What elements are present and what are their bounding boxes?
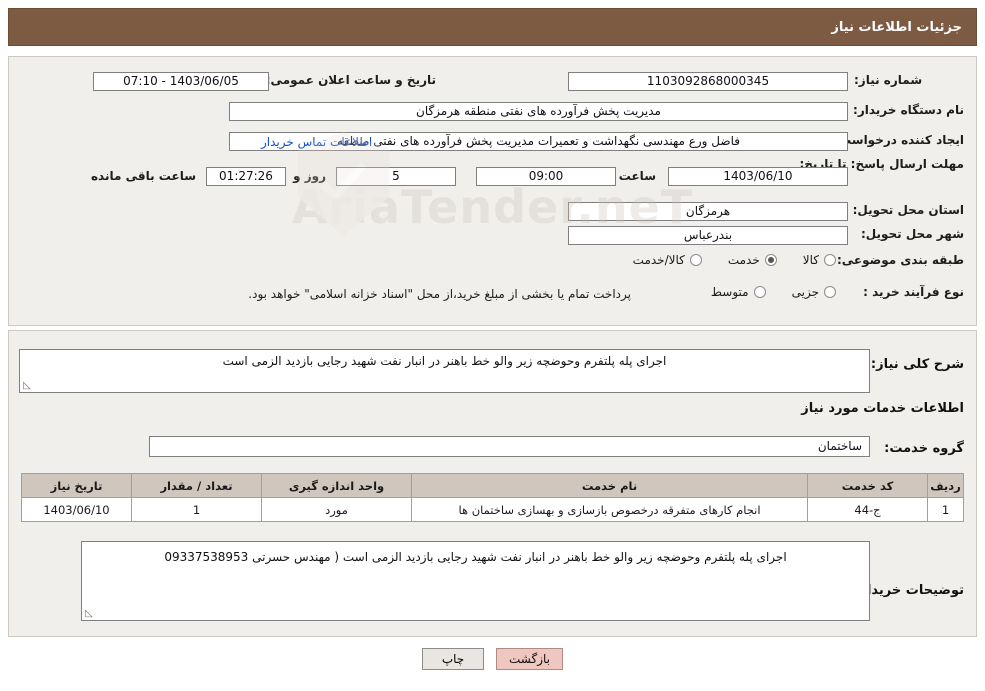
th-date: تاریخ نیاز (21, 473, 132, 498)
need-info-panel: شماره نیاز: 1103092868000345 تاریخ و ساع… (8, 56, 977, 326)
general-desc-value: اجرای پله پلتفرم وحوضچه زیر والو خط باهن… (19, 349, 870, 393)
need-number-label: شماره نیاز: (854, 73, 923, 87)
category-option-label: کالا (802, 253, 819, 267)
back-button[interactable]: بازگشت (496, 648, 563, 670)
footer-actions: بازگشت چاپ (0, 648, 985, 670)
remaining-label: ساعت باقی مانده (90, 169, 196, 183)
city-label: شهر محل تحویل: (860, 227, 964, 241)
radio-icon[interactable] (824, 254, 836, 266)
category-option-kala-khedmat[interactable]: کالا/خدمت (633, 253, 702, 267)
announce-date-value: 1403/06/05 - 07:10 (93, 72, 269, 91)
services-info-title: اطلاعات خدمات مورد نیاز (801, 401, 964, 416)
need-number-row: شماره نیاز: (854, 73, 964, 87)
cell-qty: 1 (131, 497, 262, 522)
radio-icon[interactable] (689, 254, 702, 266)
purchase-type-row: نوع فرآیند خرید : (863, 285, 964, 299)
purchase-option-label: جزیی (791, 285, 819, 299)
city-row: شهر محل تحویل: (861, 227, 964, 241)
general-desc-text: اجرای پله پلتفرم وحوضچه زیر والو خط باهن… (222, 354, 667, 368)
buyer-org-row: نام دستگاه خریدار: (853, 103, 964, 117)
category-option-label: خدمت (727, 253, 760, 267)
purchase-option-motevaset[interactable]: متوسط (711, 285, 766, 299)
cell-date: 1403/06/10 (21, 497, 132, 522)
deadline-label-block: مهلت ارسال پاسخ: تا تاریخ: (799, 157, 964, 172)
category-row: طبقه بندی موضوعی: (837, 253, 964, 267)
radio-icon[interactable] (753, 286, 766, 298)
deadline-date-value: 1403/06/10 (668, 167, 848, 186)
category-option-label: کالا/خدمت (632, 253, 685, 267)
th-row: ردیف (927, 473, 964, 498)
cell-name: انجام کارهای متفرقه درخصوص بازسازی و بهس… (411, 497, 808, 522)
buyer-org-value: مدیریت پخش فرآورده های نفتی منطقه هرمزگا… (229, 102, 848, 121)
requester-label: ایجاد کننده درخواست: (834, 133, 964, 147)
buyer-notes-label: توضیحات خریدار: (854, 583, 964, 598)
th-name: نام خدمت (411, 473, 808, 498)
th-unit: واحد اندازه گیری (261, 473, 412, 498)
days-value: 5 (336, 167, 456, 186)
table-row: 1 ج-44 انجام کارهای متفرقه درخصوص بازساز… (21, 497, 964, 522)
th-qty: تعداد / مقدار (131, 473, 262, 498)
general-desc-label: شرح کلی نیاز: (870, 357, 964, 372)
category-label: طبقه بندی موضوعی: (836, 253, 964, 267)
buyer-notes-value: اجرای پله پلتفرم وحوضچه زیر والو خط باهن… (81, 541, 870, 621)
deadline-time-value: 09:00 (476, 167, 616, 186)
category-radio-group[interactable]: کالا خدمت کالا/خدمت (633, 253, 836, 267)
resize-handle-icon[interactable]: ◺ (84, 609, 94, 619)
cell-unit: مورد (261, 497, 412, 522)
service-group-label: گروه خدمت: (884, 441, 964, 456)
buyer-notes-text: اجرای پله پلتفرم وحوضچه زیر والو خط باهن… (164, 550, 787, 564)
purchase-option-label: متوسط (710, 285, 749, 299)
need-details-panel: شرح کلی نیاز: اجرای پله پلتفرم وحوضچه زی… (8, 330, 977, 637)
radio-icon[interactable] (824, 286, 836, 298)
table-header-row: ردیف کد خدمت نام خدمت واحد اندازه گیری ت… (21, 473, 964, 498)
purchase-type-radio-group[interactable]: جزیی متوسط (711, 285, 836, 299)
page-header: جزئیات اطلاعات نیاز (8, 8, 977, 46)
th-code: کد خدمت (807, 473, 928, 498)
province-value: هرمزگان (568, 202, 848, 221)
category-option-kala[interactable]: کالا (803, 253, 836, 267)
page-title: جزئیات اطلاعات نیاز (831, 19, 962, 35)
buyer-contact-link[interactable]: اطلاعات تماس خریدار (261, 135, 372, 149)
hour-label: ساعت (618, 169, 656, 183)
purchase-option-jozii[interactable]: جزیی (792, 285, 836, 299)
province-row: استان محل تحویل: (853, 203, 964, 217)
cell-code: ج-44 (807, 497, 928, 522)
days-label: روز و (293, 169, 326, 183)
need-number-value: 1103092868000345 (568, 72, 848, 91)
services-table-wrapper: ردیف کد خدمت نام خدمت واحد اندازه گیری ت… (21, 473, 964, 522)
province-label: استان محل تحویل: (852, 203, 964, 217)
service-group-value: ساختمان (149, 436, 870, 457)
remaining-time-value: 01:27:26 (206, 167, 286, 186)
announce-date-label: تاریخ و ساعت اعلان عمومی: (265, 73, 436, 87)
cell-row: 1 (927, 497, 964, 522)
purchase-note: پرداخت تمام یا بخشی از مبلغ خرید،از محل … (248, 287, 631, 301)
category-option-khedmat[interactable]: خدمت (728, 253, 777, 267)
radio-icon[interactable] (764, 254, 777, 266)
services-table: ردیف کد خدمت نام خدمت واحد اندازه گیری ت… (21, 473, 964, 522)
page-root: جزئیات اطلاعات نیاز شماره نیاز: 11030928… (0, 0, 985, 691)
announce-date-row: تاریخ و ساعت اعلان عمومی: (266, 73, 436, 87)
buyer-org-label: نام دستگاه خریدار: (853, 103, 964, 117)
resize-handle-icon[interactable]: ◺ (22, 381, 32, 391)
purchase-type-label: نوع فرآیند خرید : (863, 285, 964, 299)
requester-row: ایجاد کننده درخواست: (834, 133, 964, 147)
print-button[interactable]: چاپ (422, 648, 484, 670)
city-value: بندرعباس (568, 226, 848, 245)
